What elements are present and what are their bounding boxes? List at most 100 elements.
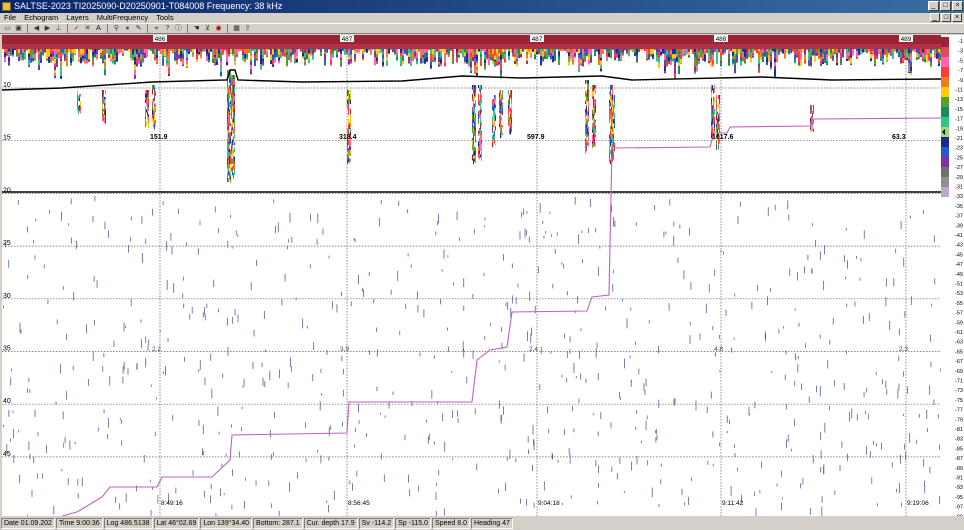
surface-echo (12, 54, 14, 57)
fish-school (230, 122, 231, 127)
surface-echo (382, 58, 384, 62)
surface-echo (558, 51, 560, 56)
fish-school (609, 112, 610, 118)
surface-echo (766, 51, 768, 58)
surface-echo (540, 63, 542, 66)
surface-echo (498, 53, 500, 57)
surface-echo (220, 71, 222, 77)
surface-echo (122, 49, 124, 53)
scale-label: -45 (955, 252, 963, 258)
maximize-button[interactable]: □ (940, 1, 951, 11)
fish-school (349, 94, 350, 99)
surface-echo (92, 58, 94, 63)
info-icon[interactable]: ⓘ (174, 24, 183, 33)
surface-echo (394, 49, 396, 55)
surface-echo (508, 56, 510, 61)
surface-echo (440, 51, 442, 57)
surface-echo (176, 60, 178, 65)
menu-file[interactable]: File (0, 13, 20, 23)
echogram-view[interactable]: 10 15 20 25 30 35 40 45 486 487 487 488 489 151.9 318.… (2, 35, 941, 516)
mdi-minimize-button[interactable]: _ (930, 13, 940, 22)
surface-echo (350, 61, 352, 64)
surface-echo (534, 54, 536, 60)
surface-echo (362, 51, 364, 55)
surface-echo (836, 62, 838, 66)
surface-echo (682, 54, 684, 57)
check-icon[interactable]: ✓ (72, 24, 81, 33)
letter-a-icon[interactable]: A (94, 24, 103, 33)
measure-icon[interactable]: ⊥ (54, 24, 63, 33)
scale-label: -53 (955, 291, 963, 297)
surface-echo (296, 51, 298, 57)
surface-echo (294, 58, 296, 64)
surface-echo (916, 49, 918, 53)
log-label: 487 (342, 36, 353, 43)
surface-echo (500, 67, 502, 70)
export-icon[interactable]: ⇪ (243, 24, 252, 33)
surface-echo (20, 49, 22, 55)
surface-echo (930, 57, 932, 63)
fish-school (585, 112, 586, 118)
menu-tools[interactable]: Tools (152, 13, 178, 23)
pan-icon[interactable]: ⌖ (152, 24, 161, 33)
surface-echo (230, 53, 232, 54)
fish-school (612, 122, 613, 128)
fish-school (494, 107, 495, 112)
surface-echo (568, 62, 570, 66)
surface-echo (734, 68, 736, 74)
surface-echo (54, 58, 56, 62)
fish-school (148, 90, 149, 96)
open-icon[interactable]: ▭ (3, 24, 12, 33)
menu-multifrequency[interactable]: MultiFrequency (93, 13, 152, 23)
hand-icon[interactable]: ☚ (192, 24, 201, 33)
fish-school (228, 148, 229, 152)
surface-echo (250, 53, 252, 56)
menu-echogram[interactable]: Echogram (20, 13, 62, 23)
surface-echo (416, 52, 418, 58)
surface-echo (22, 49, 24, 54)
surface-echo (268, 49, 270, 50)
fish-school (147, 101, 148, 107)
surface-echo (32, 58, 34, 61)
surface-echo (24, 57, 26, 60)
bottom-icon[interactable]: ⊻ (203, 24, 212, 33)
fish-school (348, 124, 349, 130)
minimize-button[interactable]: _ (928, 1, 939, 11)
surface-echo (284, 52, 286, 57)
forward-icon[interactable]: ▶ (43, 24, 52, 33)
fish-school (228, 121, 229, 127)
mdi-restore-button[interactable]: □ (941, 13, 951, 22)
surface-echo (286, 49, 288, 53)
fish-school (499, 101, 500, 106)
fish-school (492, 116, 493, 122)
surface-echo (758, 49, 760, 52)
surface-echo (744, 49, 746, 53)
fish-school (79, 97, 80, 102)
mdi-close-button[interactable]: × (952, 13, 962, 22)
back-icon[interactable]: ◀ (32, 24, 41, 33)
surface-echo (578, 68, 580, 73)
grid-icon[interactable]: ▦ (232, 24, 241, 33)
fish-school (229, 134, 230, 141)
surface-echo (250, 49, 252, 54)
save-icon[interactable]: ▣ (14, 24, 23, 33)
echogram-canvas[interactable]: 1015202530354045486 487 487 488 489151.9 318.… (2, 35, 941, 516)
surface-echo (444, 59, 446, 64)
fish-school (152, 89, 153, 95)
help-icon[interactable]: ? (163, 24, 172, 33)
surface-echo (254, 58, 256, 64)
layer-tool-icon[interactable]: ✕ (83, 24, 92, 33)
fish-school (493, 134, 494, 140)
surface-echo (476, 62, 478, 67)
color-icon[interactable]: ● (123, 24, 132, 33)
surface-echo (774, 56, 776, 59)
fish-school (347, 104, 348, 110)
surface-echo (240, 49, 242, 52)
eye-icon[interactable]: ◉ (214, 24, 223, 33)
menu-layers[interactable]: Layers (62, 13, 93, 23)
close-button[interactable]: × (952, 1, 963, 11)
pen-icon[interactable]: ✎ (134, 24, 143, 33)
surface-echo (694, 61, 696, 67)
surface-echo (28, 53, 30, 58)
zoom-icon[interactable]: ⚲ (112, 24, 121, 33)
